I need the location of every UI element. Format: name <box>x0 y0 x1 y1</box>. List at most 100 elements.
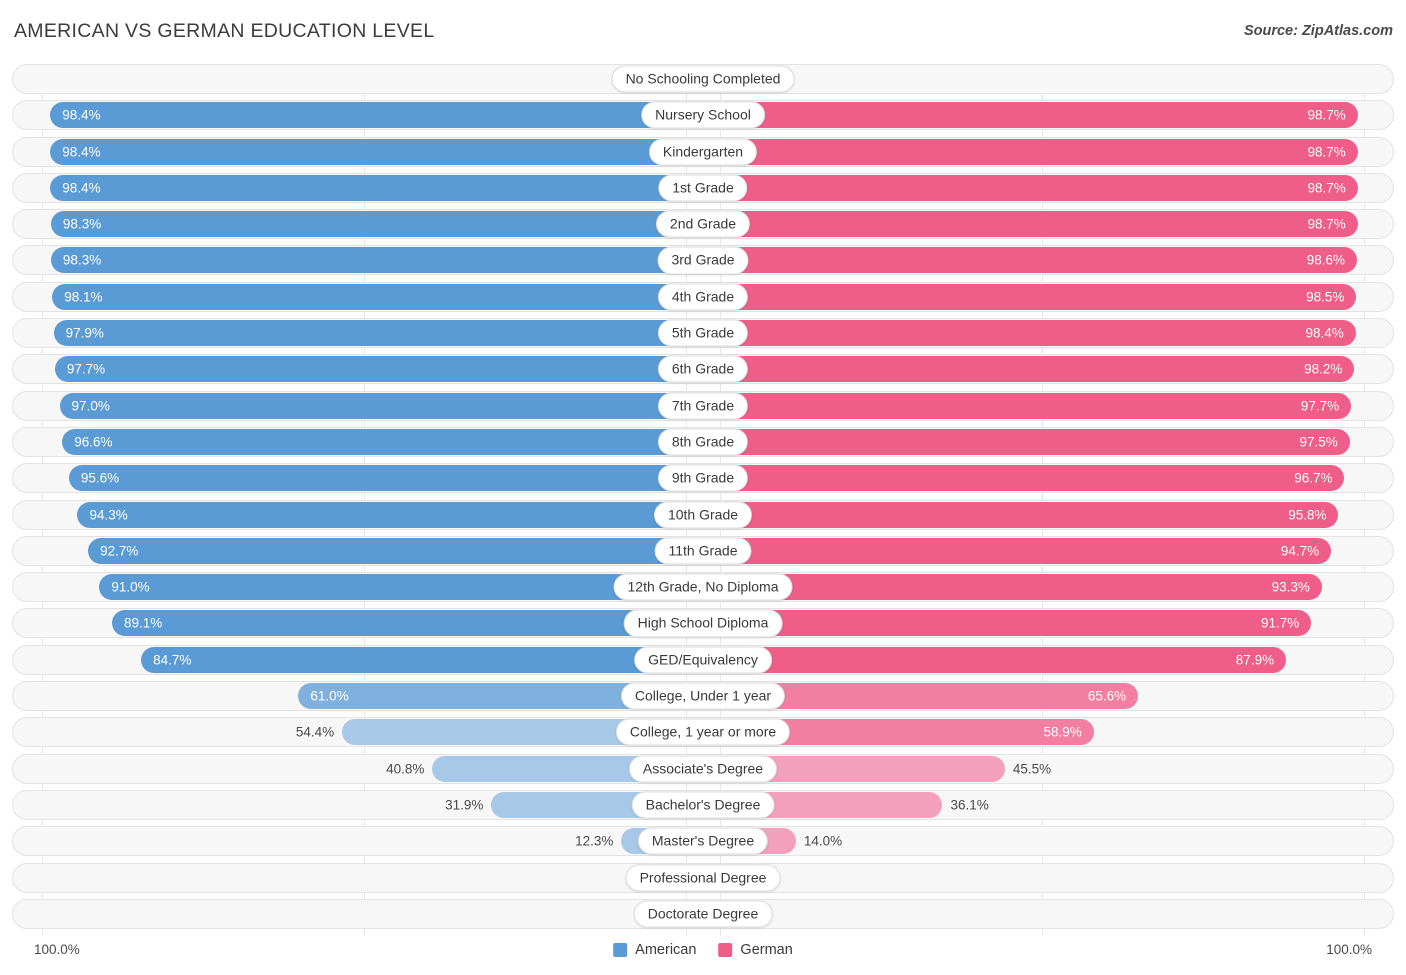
chart-row[interactable]: 98.3% 98.6% 3rd Grade <box>12 245 1394 276</box>
chart-row[interactable]: 97.9% 98.4% 5th Grade <box>12 318 1394 349</box>
bar-german[interactable]: 97.5% <box>703 428 1350 455</box>
chart-row[interactable]: 97.7% 98.2% 6th Grade <box>12 354 1394 385</box>
category-label[interactable]: 4th Grade <box>657 283 749 311</box>
chart-row[interactable]: 61.0% 65.6% College, Under 1 year <box>12 681 1394 712</box>
category-label[interactable]: 9th Grade <box>657 464 749 492</box>
axis-max-label: 100.0% <box>1326 942 1372 957</box>
bar-american[interactable]: 98.3% <box>50 211 703 238</box>
bar-value-label: 12.3% <box>575 833 614 849</box>
legend-item[interactable]: German <box>718 942 793 958</box>
bar-american[interactable]: 98.4% <box>50 174 703 201</box>
category-label[interactable]: Doctorate Degree <box>633 900 773 928</box>
source-attribution: Source: ZipAtlas.com <box>1243 23 1393 39</box>
chart-row[interactable]: 89.1% 91.7% High School Diploma <box>12 608 1394 639</box>
bar-american[interactable]: 98.4% <box>50 138 703 165</box>
chart-row[interactable]: 98.1% 98.5% 4th Grade <box>12 281 1394 312</box>
category-label[interactable]: College, Under 1 year <box>620 682 786 710</box>
chart-row[interactable]: 54.4% 58.9% College, 1 year or more <box>12 717 1394 748</box>
bar-value-label: 98.7% <box>1307 216 1346 232</box>
chart-row[interactable]: 12.3% 14.0% Master's Degree <box>12 826 1394 857</box>
bar-german[interactable]: 98.2% <box>703 356 1355 383</box>
category-label[interactable]: College, 1 year or more <box>615 718 791 746</box>
category-label[interactable]: 2nd Grade <box>655 210 751 238</box>
category-label[interactable]: Nursery School <box>641 101 765 129</box>
bar-value-label: 65.6% <box>1087 688 1127 704</box>
bar-american[interactable]: 97.7% <box>54 356 703 383</box>
bar-german[interactable]: 98.7% <box>703 102 1358 129</box>
category-label[interactable]: No Schooling Completed <box>611 65 795 93</box>
bar-value-label: 14.0% <box>803 833 843 849</box>
bar-value-label: 84.7% <box>153 652 192 667</box>
chart-row[interactable]: 91.0% 93.3% 12th Grade, No Diploma <box>12 572 1394 603</box>
category-label[interactable]: 3rd Grade <box>657 246 749 275</box>
bar-german[interactable]: 87.9% <box>703 646 1287 673</box>
category-label[interactable]: 5th Grade <box>657 319 749 347</box>
chart-row[interactable]: 98.4% 98.7% 1st Grade <box>12 172 1394 203</box>
bar-german[interactable]: 94.7% <box>703 537 1332 564</box>
chart-row[interactable]: 3.6%4.1%Professional Degree <box>12 862 1394 893</box>
bar-american[interactable]: 98.3% <box>50 247 703 274</box>
bar-value-label: 94.7% <box>1280 543 1320 559</box>
category-label[interactable]: Kindergarten <box>648 138 758 166</box>
bar-american[interactable]: 98.4% <box>50 102 703 129</box>
bar-american[interactable]: 97.9% <box>53 320 703 347</box>
category-label[interactable]: Professional Degree <box>625 863 781 892</box>
chart-row[interactable]: 98.4% 98.7% Kindergarten <box>12 136 1394 167</box>
category-label[interactable]: Bachelor's Degree <box>631 791 775 819</box>
chart-row[interactable]: 1.5%1.8%Doctorate Degree <box>12 898 1394 929</box>
bar-value-label: 95.8% <box>1288 506 1327 522</box>
category-label[interactable]: 6th Grade <box>657 355 749 383</box>
bar-american[interactable]: 95.6% <box>68 465 703 492</box>
chart-row[interactable]: 92.7% 94.7% 11th Grade <box>12 535 1394 566</box>
bar-german[interactable]: 96.7% <box>703 465 1345 492</box>
bar-german[interactable]: 95.8% <box>703 501 1339 528</box>
bar-american[interactable]: 84.7% <box>141 646 703 673</box>
bar-german[interactable]: 93.3% <box>703 574 1322 601</box>
chart-row[interactable]: 40.8% 45.5% Associate's Degree <box>12 753 1394 784</box>
bar-german[interactable]: 98.6% <box>703 247 1358 274</box>
chart-row[interactable]: 94.3% 95.8% 10th Grade <box>12 499 1394 530</box>
category-label[interactable]: GED/Equivalency <box>634 646 772 674</box>
bar-american[interactable]: 94.3% <box>77 501 703 528</box>
chart-row[interactable]: 96.6% 97.5% 8th Grade <box>12 426 1394 457</box>
bar-american[interactable]: 89.1% <box>111 610 703 637</box>
bar-german[interactable]: 91.7% <box>703 610 1312 637</box>
category-label[interactable]: 8th Grade <box>657 428 749 456</box>
category-label[interactable]: 12th Grade, No Diploma <box>613 573 793 601</box>
bar-german[interactable]: 98.4% <box>703 320 1356 347</box>
category-label[interactable]: Master's Degree <box>637 827 769 855</box>
legend-item[interactable]: American <box>613 942 696 958</box>
chart-row[interactable]: 98.4% 98.7% Nursery School <box>12 100 1394 131</box>
chart-row[interactable]: 31.9% 36.1% Bachelor's Degree <box>12 789 1394 820</box>
bar-american[interactable]: 91.0% <box>99 574 703 601</box>
chart-row[interactable]: 84.7% 87.9% GED/Equivalency <box>12 644 1394 675</box>
bar-german[interactable]: 98.7% <box>703 138 1358 165</box>
bar-value-label: 92.7% <box>100 543 139 559</box>
axis-min-label: 100.0% <box>34 942 80 957</box>
bar-american[interactable]: 98.1% <box>52 283 703 310</box>
bar-american[interactable]: 96.6% <box>62 428 703 455</box>
category-label[interactable]: 1st Grade <box>658 174 748 202</box>
bar-german[interactable]: 98.5% <box>703 283 1357 310</box>
bar-value-label: 89.1% <box>123 615 163 631</box>
bar-value-label: 58.9% <box>1043 724 1082 740</box>
bar-value-label: 98.4% <box>62 107 101 123</box>
bar-value-label: 98.7% <box>1307 107 1346 123</box>
chart-row[interactable]: 97.0% 97.7% 7th Grade <box>12 390 1394 421</box>
category-label[interactable]: 7th Grade <box>657 392 749 420</box>
bar-german[interactable]: 97.7% <box>703 392 1352 419</box>
bar-german[interactable]: 98.7% <box>703 211 1358 238</box>
bar-value-label: 54.4% <box>295 724 335 740</box>
bar-german[interactable]: 98.7% <box>703 174 1358 201</box>
page-title: AMERICAN VS GERMAN EDUCATION LEVEL <box>14 20 435 42</box>
chart-row[interactable]: 98.3% 98.7% 2nd Grade <box>12 209 1394 240</box>
bar-american[interactable]: 92.7% <box>88 537 703 564</box>
category-label[interactable]: 10th Grade <box>653 501 753 529</box>
bar-american[interactable]: 97.0% <box>59 392 703 419</box>
legend-label: German <box>740 942 793 958</box>
category-label[interactable]: Associate's Degree <box>628 755 778 783</box>
chart-row[interactable]: 95.6% 96.7% 9th Grade <box>12 463 1394 494</box>
category-label[interactable]: 11th Grade <box>654 537 752 565</box>
category-label[interactable]: High School Diploma <box>623 609 783 637</box>
chart-row[interactable]: 1.7%1.4%No Schooling Completed <box>12 64 1394 94</box>
